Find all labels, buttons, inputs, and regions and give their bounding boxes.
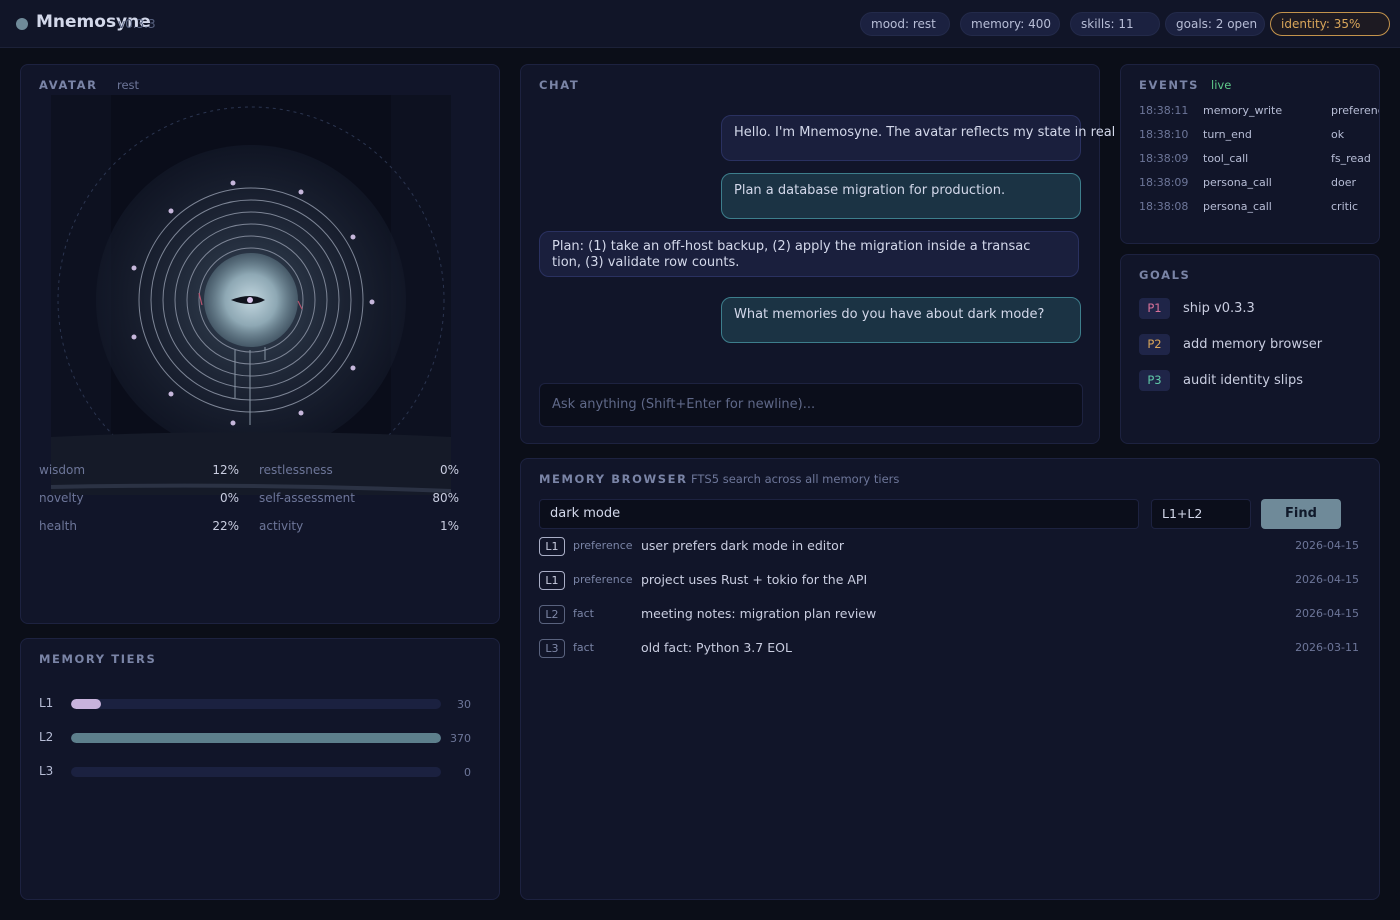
tier-l2-count: 370 bbox=[450, 732, 471, 745]
event-time: 18:38:09 bbox=[1139, 152, 1189, 165]
avatar-panel-title: AVATAR bbox=[39, 78, 98, 92]
stat-health-value: 22% bbox=[212, 519, 239, 533]
tier-l1-label: L1 bbox=[39, 696, 54, 710]
memory-pill[interactable]: memory: 400 bbox=[960, 12, 1060, 36]
chat-title: CHAT bbox=[539, 78, 580, 92]
result-text[interactable]: old fact: Python 3.7 EOL bbox=[641, 640, 792, 655]
result-tier-badge: L2 bbox=[539, 605, 565, 624]
goal-priority-badge: P3 bbox=[1139, 370, 1170, 391]
result-date: 2026-04-15 bbox=[1295, 573, 1359, 586]
avatar-visualization bbox=[51, 95, 451, 495]
goal-priority-badge: P2 bbox=[1139, 334, 1170, 355]
stat-wisdom-value: 12% bbox=[212, 463, 239, 477]
event-time: 18:38:08 bbox=[1139, 200, 1189, 213]
result-kind: preference bbox=[573, 539, 633, 552]
tier-l3-label: L3 bbox=[39, 764, 54, 778]
stat-wisdom-label: wisdom bbox=[39, 463, 86, 477]
goals-panel: GOALS P1 ship v0.3.3 P2 add memory brows… bbox=[1120, 254, 1380, 444]
stat-restlessness-value: 0% bbox=[439, 463, 459, 477]
event-time: 18:38:09 bbox=[1139, 176, 1189, 189]
events-title: EVENTS bbox=[1139, 78, 1199, 92]
event-type: tool_call bbox=[1203, 152, 1249, 165]
event-type: persona_call bbox=[1203, 176, 1272, 189]
tier-l3-bar bbox=[71, 767, 441, 777]
chat-message-assistant: Plan: (1) take an off-host backup, (2) a… bbox=[539, 231, 1079, 277]
result-kind: preference bbox=[573, 573, 633, 586]
goal-priority-badge: P1 bbox=[1139, 298, 1170, 319]
memory-tiers-title: MEMORY TIERS bbox=[39, 652, 157, 666]
avatar-canvas bbox=[51, 95, 451, 495]
event-detail: critic bbox=[1331, 200, 1359, 213]
goals-pill[interactable]: goals: 2 open bbox=[1165, 12, 1265, 36]
chat-panel: CHAT Hello. I'm Mnemosyne. The avatar re… bbox=[520, 64, 1115, 444]
event-detail: preference bbox=[1331, 104, 1379, 117]
tier-l1-bar bbox=[71, 699, 441, 709]
avatar-state: rest bbox=[117, 78, 140, 92]
tier-filter-select[interactable]: L1+L2 bbox=[1151, 499, 1251, 529]
tier-l2-label: L2 bbox=[39, 730, 54, 744]
memory-tiers-panel: MEMORY TIERS L1 30 L2 370 L3 0 bbox=[20, 638, 500, 900]
goal-label[interactable]: ship v0.3.3 bbox=[1183, 301, 1255, 316]
memory-browser-title: MEMORY BROWSER bbox=[539, 472, 688, 486]
memory-browser-subtitle: FTS5 search across all memory tiers bbox=[691, 472, 900, 486]
chat-message-assistant: Hello. I'm Mnemosyne. The avatar reflect… bbox=[721, 115, 1115, 161]
result-date: 2026-04-15 bbox=[1295, 607, 1359, 620]
event-time: 18:38:11 bbox=[1139, 104, 1189, 117]
event-detail: fs_read bbox=[1331, 152, 1371, 165]
result-text[interactable]: user prefers dark mode in editor bbox=[641, 538, 844, 553]
stat-novelty-value: 0% bbox=[219, 491, 239, 505]
goal-label[interactable]: add memory browser bbox=[1183, 337, 1322, 352]
chat-message-user: Plan a database migration for production… bbox=[721, 173, 1081, 219]
stat-novelty-label: novelty bbox=[39, 491, 84, 505]
mood-pill[interactable]: mood: rest bbox=[860, 12, 950, 36]
event-type: persona_call bbox=[1203, 200, 1272, 213]
events-panel: EVENTS live 18:38:11 memory_write prefer… bbox=[1120, 64, 1380, 244]
chat-message-user: What memories do you have about dark mod… bbox=[721, 297, 1081, 343]
event-detail: ok bbox=[1331, 128, 1345, 141]
result-tier-badge: L1 bbox=[539, 537, 565, 556]
events-live-status: live bbox=[1211, 78, 1232, 92]
avatar-panel: AVATAR rest wisdom 12% novelty 0% health… bbox=[20, 64, 500, 624]
result-date: 2026-04-15 bbox=[1295, 539, 1359, 552]
event-time: 18:38:10 bbox=[1139, 128, 1189, 141]
stat-activity-label: activity bbox=[259, 519, 304, 533]
status-dot-icon bbox=[16, 18, 28, 30]
goal-label[interactable]: audit identity slips bbox=[1183, 373, 1303, 388]
result-tier-badge: L1 bbox=[539, 571, 565, 590]
app-version: v0.3.3 bbox=[118, 17, 156, 31]
event-type: turn_end bbox=[1203, 128, 1252, 141]
skills-pill[interactable]: skills: 11 bbox=[1070, 12, 1160, 36]
stat-self-assessment-value: 80% bbox=[432, 491, 459, 505]
result-date: 2026-03-11 bbox=[1295, 641, 1359, 654]
chat-input[interactable]: Ask anything (Shift+Enter for newline)..… bbox=[539, 383, 1083, 427]
event-detail: doer bbox=[1331, 176, 1357, 189]
identity-pill[interactable]: identity: 35% bbox=[1270, 12, 1390, 36]
result-tier-badge: L3 bbox=[539, 639, 565, 658]
tier-l2-fill bbox=[71, 733, 441, 743]
stat-self-assessment-label: self-assessment bbox=[259, 491, 355, 505]
result-kind: fact bbox=[573, 607, 594, 620]
stat-activity-value: 1% bbox=[439, 519, 459, 533]
result-kind: fact bbox=[573, 641, 594, 654]
stat-restlessness-label: restlessness bbox=[259, 463, 333, 477]
tier-l2-bar bbox=[71, 733, 441, 743]
top-bar: Mnemosyne v0.3.3 mood: rest memory: 400 … bbox=[0, 0, 1400, 48]
find-button[interactable]: Find bbox=[1261, 499, 1341, 529]
event-type: memory_write bbox=[1203, 104, 1283, 117]
memory-search-input[interactable]: dark mode bbox=[539, 499, 1139, 529]
tier-l3-count: 0 bbox=[464, 766, 471, 779]
result-text[interactable]: project uses Rust + tokio for the API bbox=[641, 572, 867, 587]
stat-health-label: health bbox=[39, 519, 77, 533]
tier-l1-fill bbox=[71, 699, 101, 709]
tier-l1-count: 30 bbox=[457, 698, 471, 711]
goals-title: GOALS bbox=[1139, 268, 1191, 282]
memory-browser-panel: MEMORY BROWSER FTS5 search across all me… bbox=[520, 458, 1380, 900]
result-text[interactable]: meeting notes: migration plan review bbox=[641, 606, 876, 621]
